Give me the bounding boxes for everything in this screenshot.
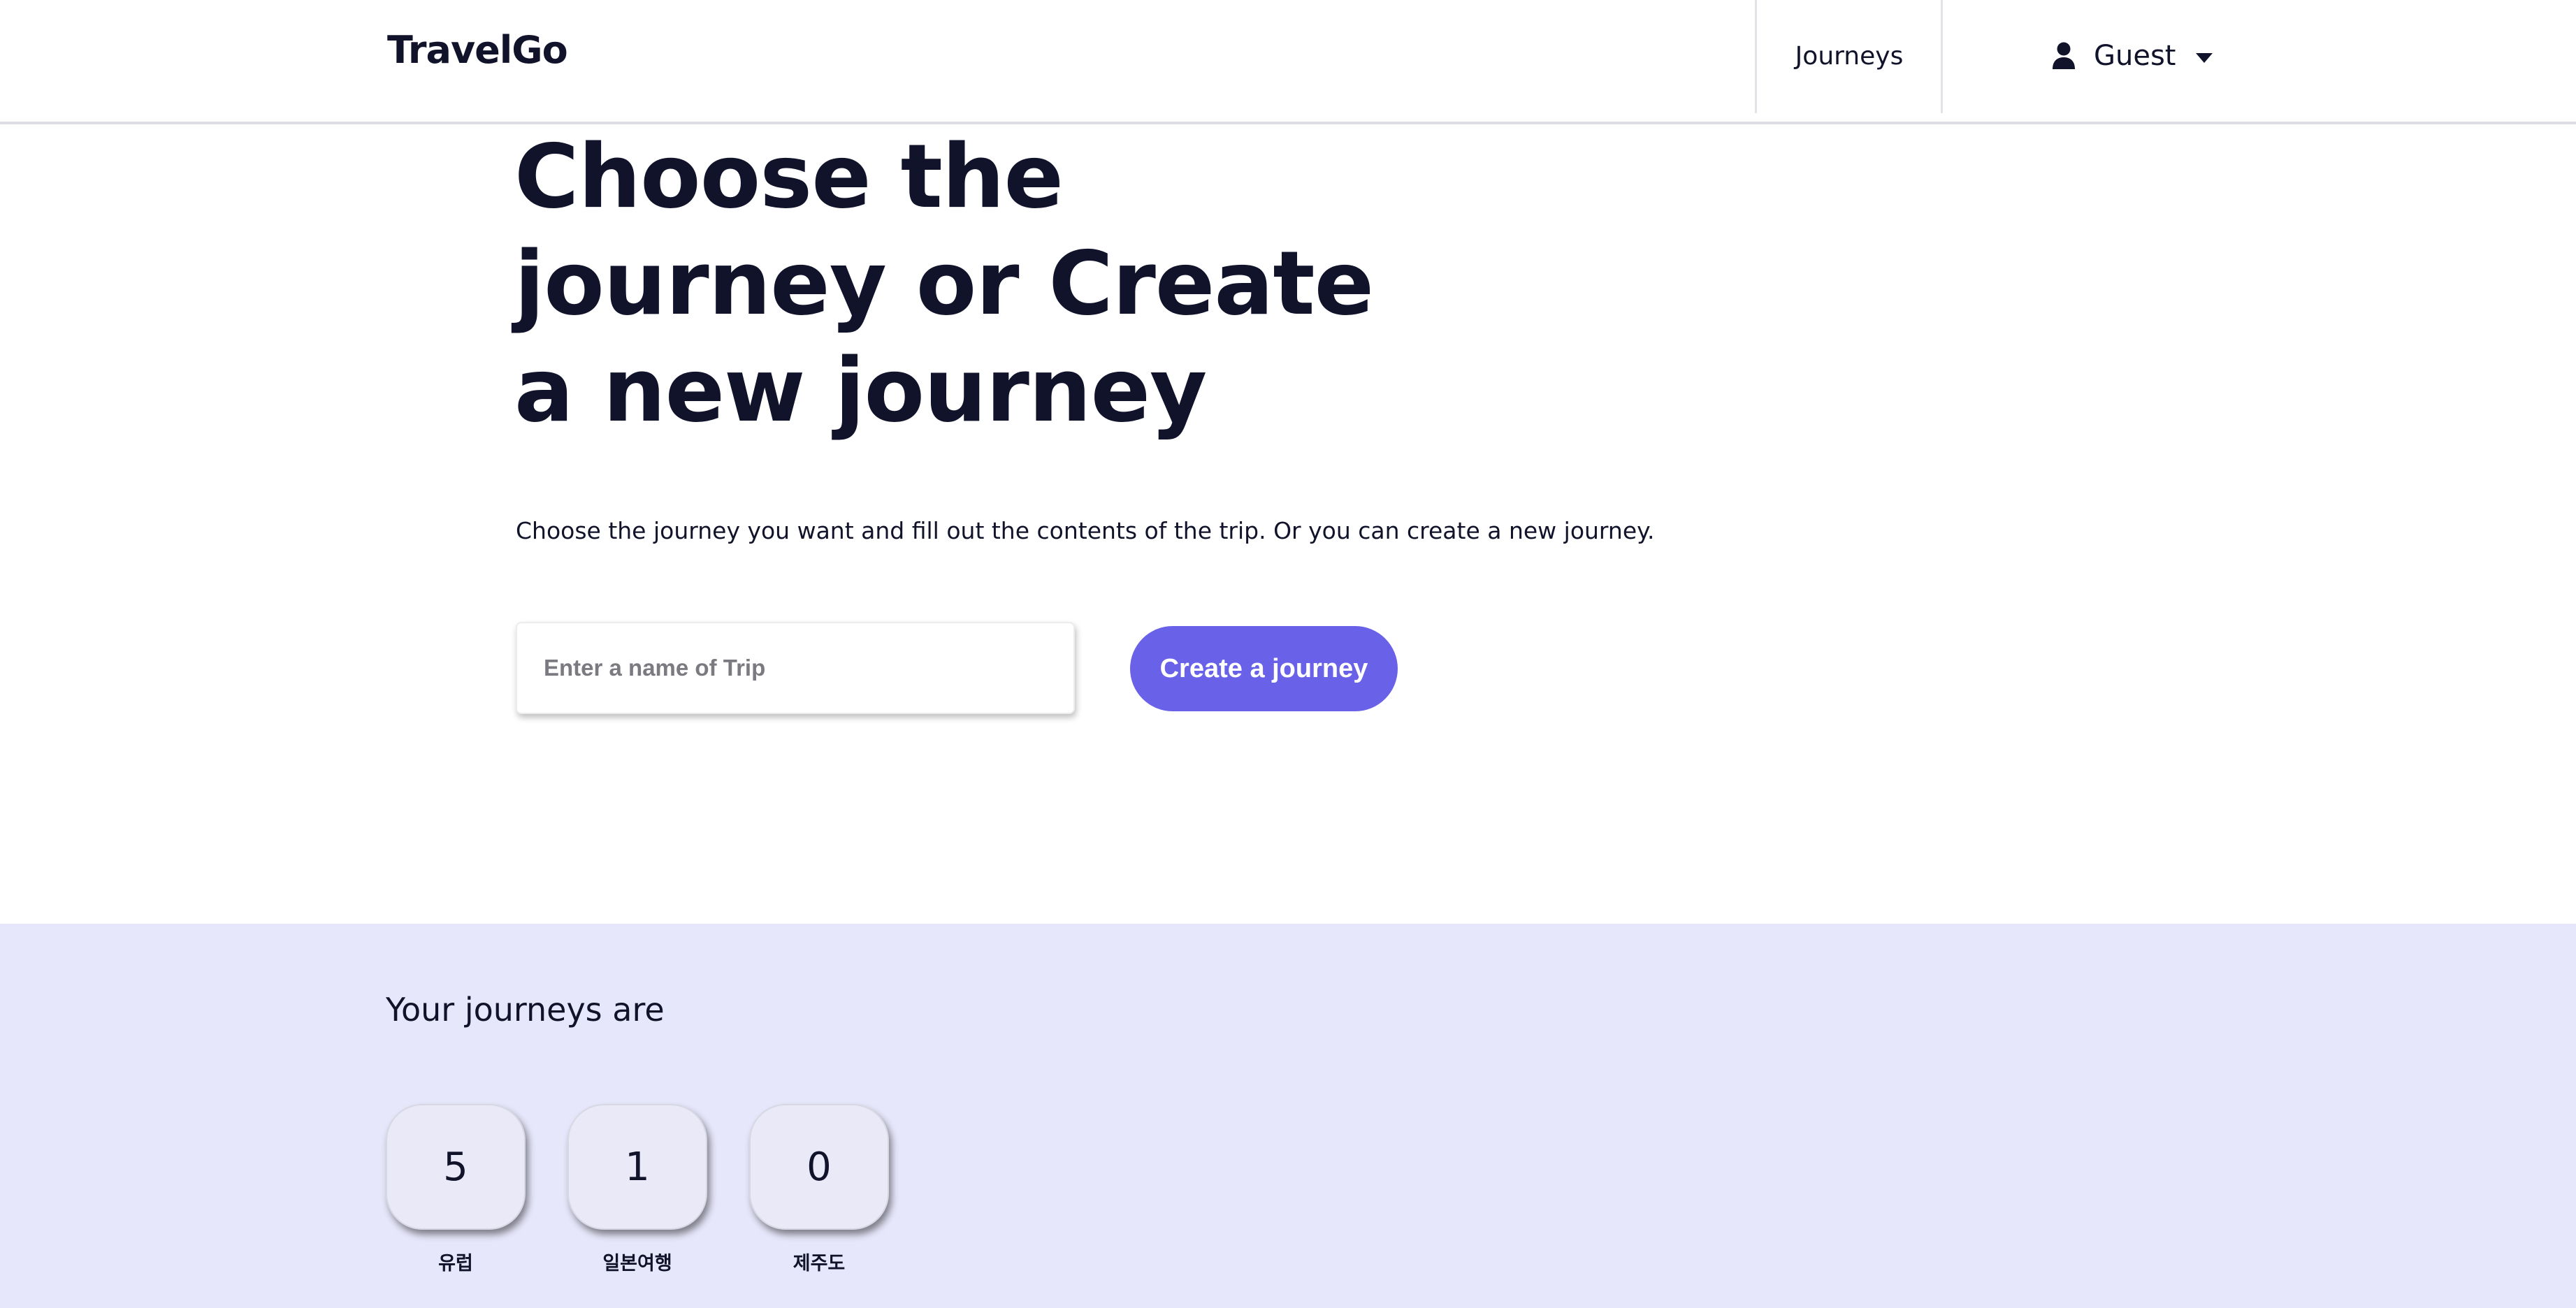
user-menu-dropdown[interactable]: Guest xyxy=(2052,34,2213,78)
journey-count-card[interactable]: 5 xyxy=(386,1104,526,1230)
journey-name: 일본여행 xyxy=(602,1253,672,1274)
top-navbar: TravelGo Journeys Guest xyxy=(0,0,2576,124)
journey-name: 제주도 xyxy=(793,1253,846,1274)
trip-name-input[interactable] xyxy=(516,622,1075,714)
create-journey-button[interactable]: Create a journey xyxy=(1130,626,1398,711)
journey-name: 유럽 xyxy=(438,1253,473,1274)
user-name: Guest xyxy=(2094,40,2176,72)
journey-list: 5 유럽 1 일본여행 0 제주도 xyxy=(386,1104,931,1275)
nav-divider xyxy=(1941,0,1943,113)
journeys-heading: Your journeys are xyxy=(386,991,665,1029)
journeys-section: Your journeys are 5 유럽 1 일본여행 0 제주도 xyxy=(0,924,2576,1308)
page-title: Choose the journey or Create a new journ… xyxy=(514,125,1374,442)
journey-item[interactable]: 1 일본여행 xyxy=(567,1104,707,1275)
user-icon xyxy=(2053,42,2075,69)
journey-count-card[interactable]: 1 xyxy=(567,1104,707,1230)
nav-journeys-link[interactable]: Journeys xyxy=(1756,0,1942,112)
page-subtitle: Choose the journey you want and fill out… xyxy=(516,517,1655,544)
journey-count-card[interactable]: 0 xyxy=(749,1104,889,1230)
caret-down-icon xyxy=(2196,53,2213,63)
journey-item[interactable]: 5 유럽 xyxy=(386,1104,526,1275)
logo[interactable]: TravelGo xyxy=(387,28,568,72)
journey-item[interactable]: 0 제주도 xyxy=(749,1104,889,1275)
